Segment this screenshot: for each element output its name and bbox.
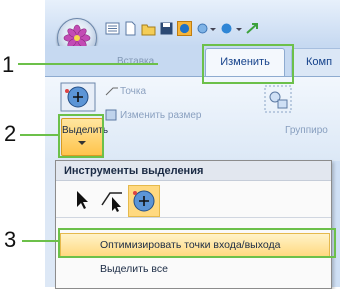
point-button-label[interactable]: Точка <box>120 86 146 97</box>
tab-insert[interactable]: Вставка <box>117 56 154 67</box>
open-folder-icon[interactable] <box>141 21 156 36</box>
save-icon[interactable] <box>159 21 174 36</box>
hoop-icon[interactable] <box>219 21 234 36</box>
list-view-icon[interactable] <box>105 21 120 36</box>
hoop-blue-icon[interactable] <box>177 21 192 36</box>
callout-frame-1 <box>202 44 294 84</box>
callout-line-2 <box>20 134 60 136</box>
callout-line-1 <box>18 63 158 65</box>
group-button-label[interactable]: Группиро <box>285 125 328 136</box>
callout-frame-3 <box>58 228 336 258</box>
dropdown-arrow-icon[interactable] <box>235 21 243 36</box>
tab-next[interactable]: Комп <box>291 48 340 76</box>
select-stitch-button[interactable] <box>128 185 160 217</box>
resize-button-label[interactable]: Изменить размер <box>120 110 201 121</box>
hoop-point-icon[interactable] <box>60 82 96 112</box>
group-icon[interactable] <box>263 84 293 114</box>
select-tools-menu: Инструменты выделения Оптимизировать точ… <box>55 160 332 289</box>
resize-icon[interactable] <box>105 109 117 121</box>
select-all-menu-item[interactable]: Выделить все <box>100 263 168 275</box>
arrow-icon[interactable] <box>245 21 260 36</box>
menu-header: Инструменты выделения <box>56 161 331 181</box>
left-panel <box>45 160 55 287</box>
menu-separator <box>56 217 331 218</box>
point-tool-icon[interactable] <box>105 86 119 96</box>
hoop-select-icon <box>133 190 155 212</box>
callout-number-2: 2 <box>4 121 17 146</box>
dropdown-arrow-icon[interactable] <box>209 21 217 36</box>
callout-number-3: 3 <box>4 227 17 252</box>
callout-line-3 <box>22 240 60 242</box>
callout-number-1: 1 <box>2 52 15 77</box>
select-point-icon[interactable] <box>100 187 126 213</box>
sun-icon[interactable] <box>195 21 210 36</box>
new-file-icon[interactable] <box>123 21 138 36</box>
callout-frame-2 <box>58 114 104 158</box>
select-arrow-icon[interactable] <box>74 189 92 211</box>
